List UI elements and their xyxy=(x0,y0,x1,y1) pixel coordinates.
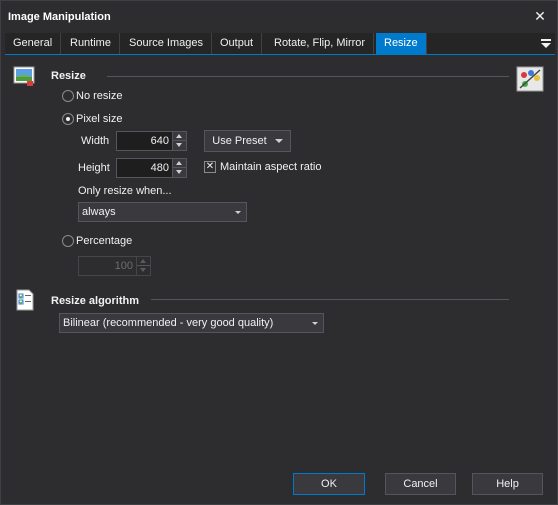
percentage-spinner xyxy=(78,256,151,276)
height-down-arrow-icon[interactable] xyxy=(173,168,186,177)
tab-source-images[interactable]: Source Images xyxy=(121,33,212,54)
percentage-down-arrow-icon xyxy=(137,266,150,275)
height-spin-buttons xyxy=(172,159,186,177)
no-resize-radio[interactable] xyxy=(62,90,74,102)
chevron-down-icon[interactable] xyxy=(230,203,246,221)
algorithm-section-title: Resize algorithm xyxy=(51,295,140,307)
percentage-input xyxy=(79,257,137,275)
color-palette-icon xyxy=(516,66,544,92)
help-button[interactable]: Help xyxy=(472,473,543,495)
tab-resize[interactable]: Resize xyxy=(376,33,427,54)
width-down-arrow-icon[interactable] xyxy=(173,141,186,150)
width-spin-buttons xyxy=(172,132,186,150)
resize-section-divider xyxy=(107,76,509,77)
height-input[interactable] xyxy=(117,159,173,177)
use-preset-button[interactable]: Use Preset xyxy=(204,130,291,152)
only-resize-combo[interactable]: always xyxy=(78,202,247,222)
percentage-spin-buttons xyxy=(136,257,150,275)
tab-strip: General Runtime Source Images Output Rot… xyxy=(5,33,555,55)
height-up-arrow-icon[interactable] xyxy=(173,159,186,168)
width-up-arrow-icon[interactable] xyxy=(173,132,186,141)
resize-picture-icon xyxy=(13,66,35,88)
width-label: Width xyxy=(81,135,110,147)
pixel-size-radio[interactable] xyxy=(62,113,74,125)
tab-general[interactable]: General xyxy=(5,33,62,54)
width-spinner[interactable] xyxy=(116,131,187,151)
tab-output[interactable]: Output xyxy=(212,33,263,54)
tab-rotate-flip-mirror[interactable]: Rotate, Flip, Mirror xyxy=(266,33,375,54)
close-icon[interactable]: ✕ xyxy=(531,7,549,25)
resize-algorithm-combo[interactable]: Bilinear (recommended - very good qualit… xyxy=(59,313,324,333)
cancel-button[interactable]: Cancel xyxy=(385,473,456,495)
chevron-down-icon[interactable] xyxy=(307,314,323,332)
height-label: Height xyxy=(78,162,110,174)
height-spinner[interactable] xyxy=(116,158,187,178)
maintain-aspect-label: Maintain aspect ratio xyxy=(220,161,322,173)
only-resize-value: always xyxy=(82,206,116,218)
algorithm-section-divider xyxy=(151,299,509,300)
resize-algorithm-value: Bilinear (recommended - very good qualit… xyxy=(63,317,274,329)
title-bar[interactable]: Image Manipulation ✕ xyxy=(1,1,557,33)
maintain-aspect-checkbox[interactable]: ✕ xyxy=(204,161,216,173)
percentage-label: Percentage xyxy=(76,235,133,247)
use-preset-label: Use Preset xyxy=(212,135,267,147)
resize-section-title: Resize xyxy=(51,70,86,82)
tab-menu-icon[interactable] xyxy=(541,37,551,49)
window-title: Image Manipulation xyxy=(8,11,111,23)
pixel-size-label: Pixel size xyxy=(76,113,123,125)
percentage-up-arrow-icon xyxy=(137,257,150,266)
ok-button[interactable]: OK xyxy=(293,473,365,495)
no-resize-label: No resize xyxy=(76,90,123,102)
checklist-icon xyxy=(14,289,36,311)
dialog-window: Image Manipulation ✕ General Runtime Sou… xyxy=(0,0,558,505)
only-resize-label: Only resize when... xyxy=(78,185,172,197)
chevron-down-icon xyxy=(274,139,283,144)
width-input[interactable] xyxy=(117,132,173,150)
tab-runtime[interactable]: Runtime xyxy=(62,33,120,54)
percentage-radio[interactable] xyxy=(62,235,74,247)
